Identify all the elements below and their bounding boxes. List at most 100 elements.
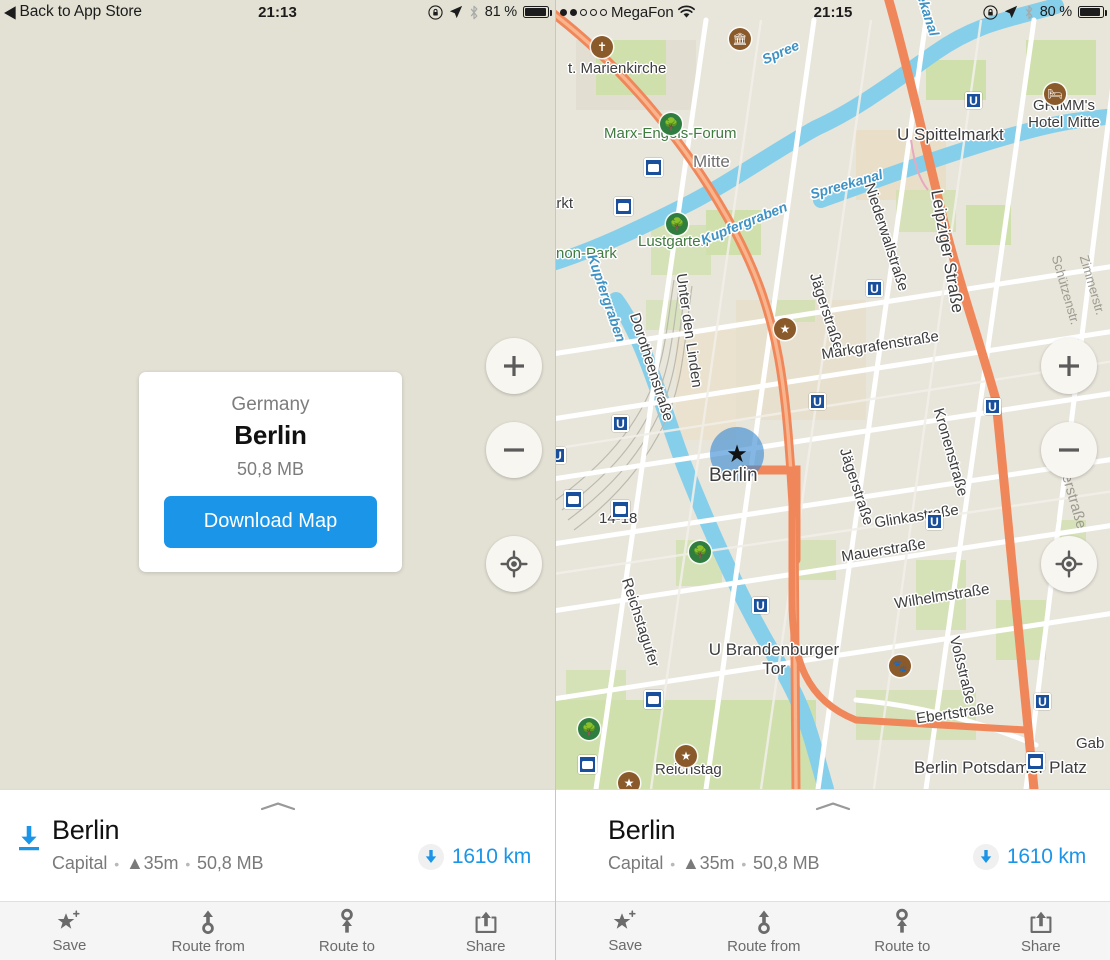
right-screen: t. Marienkirche Marx-Engels-Forum Lustga… (555, 0, 1110, 960)
place-sub-part-2: 50,8 MB (753, 853, 820, 874)
sbahn-icon-potsdamer[interactable] (1026, 752, 1045, 771)
route-to-icon (896, 908, 909, 933)
sbahn-icon-2[interactable] (614, 197, 633, 216)
card-city: Berlin (234, 420, 307, 450)
ubahn-icon-2[interactable]: U (809, 393, 826, 410)
ubahn-icon-3[interactable]: U (984, 398, 1001, 415)
right-place-info: Berlin Capital • ▲35m • 50,8 MB (606, 816, 973, 874)
battery-icon (1078, 6, 1107, 18)
save-button[interactable]: Save (556, 902, 695, 960)
ubahn-icon-5[interactable]: U (612, 415, 629, 432)
save-label: Save (52, 937, 87, 954)
rotation-lock-icon (428, 4, 443, 20)
left-map-area[interactable]: Germany Berlin 50,8 MB Download Map (0, 0, 555, 789)
sheet-grabber[interactable] (813, 799, 853, 811)
route-from-button[interactable]: Route from (695, 902, 834, 960)
park-icon-3[interactable]: 🌳 (689, 541, 711, 563)
ubahn-icon-brandenburger[interactable]: U (752, 597, 769, 614)
right-toolbar: Save Route from Route to Share (556, 901, 1110, 960)
route-to-label: Route to (318, 938, 375, 955)
attraction-star-icon-3[interactable]: ★ (618, 772, 640, 789)
plus-icon (1059, 356, 1079, 376)
place-sub-sep-0: • (114, 856, 120, 873)
sbahn-icon-1[interactable] (644, 158, 663, 177)
route-to-button[interactable]: Route to (278, 902, 417, 960)
locate-icon (500, 550, 528, 578)
chevron-up-icon (815, 802, 851, 811)
status-right-icons: 80 % (983, 4, 1107, 20)
attraction-star-icon-1[interactable]: ★ (774, 318, 796, 340)
right-map-controls (1041, 338, 1097, 592)
share-button[interactable]: Share (972, 902, 1110, 960)
park-icon-4[interactable]: 🌳 (578, 718, 600, 740)
park-icon-2[interactable]: 🌳 (666, 213, 688, 235)
battery-icon (523, 6, 552, 18)
sbahn-icon-3[interactable] (564, 490, 583, 509)
zoom-out-button[interactable] (1041, 422, 1097, 478)
share-icon (475, 911, 497, 933)
left-status-bar: ◀ Back to App Store 21:13 81 % (0, 0, 555, 24)
zoom-out-button[interactable] (486, 422, 542, 478)
card-size: 50,8 MB (236, 459, 305, 479)
location-arrow-icon (449, 5, 462, 19)
left-place-info: Berlin Capital • ▲35m • 50,8 MB (50, 816, 418, 874)
route-from-label: Route from (727, 938, 801, 955)
left-toolbar: Save Route from Route to Share (0, 901, 555, 960)
ubahn-icon-spittelmarkt[interactable]: U (965, 92, 982, 109)
route-to-button[interactable]: Route to (833, 902, 972, 960)
route-to-icon (341, 908, 353, 933)
sbahn-icon-6[interactable] (578, 755, 597, 774)
sbahn-icon-4[interactable] (611, 500, 630, 519)
ubahn-icon-1[interactable]: U (866, 280, 883, 297)
distance-badge[interactable]: 1610 km (972, 816, 1092, 870)
hotel-icon[interactable]: 🛏 (1044, 83, 1066, 105)
berlin-map-canvas: t. Marienkirche Marx-Engels-Forum Lustga… (556, 0, 1110, 789)
screenshot-root: ◀ Back to App Store 21:13 81 % Germany B… (0, 0, 1110, 960)
sheet-download-icon[interactable] (16, 816, 50, 858)
zoom-in-button[interactable] (486, 338, 542, 394)
right-map-area[interactable]: t. Marienkirche Marx-Engels-Forum Lustga… (556, 0, 1110, 789)
route-from-button[interactable]: Route from (139, 902, 278, 960)
ubahn-icon-4[interactable]: U (556, 447, 566, 464)
locate-me-button[interactable] (486, 536, 542, 592)
download-arrow-icon (19, 826, 39, 851)
route-from-icon (757, 910, 770, 935)
zoom-in-button[interactable] (1041, 338, 1097, 394)
museum-icon[interactable]: 🏛 (729, 28, 751, 50)
share-button[interactable]: Share (416, 902, 555, 960)
ubahn-icon-6[interactable]: U (926, 513, 943, 530)
park-icon-1[interactable]: 🌳 (660, 113, 682, 135)
star-plus-icon (613, 910, 636, 929)
card-country: Germany (231, 394, 310, 415)
zoo-icon[interactable]: 🐾 (889, 655, 911, 677)
sheet-grabber[interactable] (258, 799, 298, 811)
left-map-controls (486, 338, 542, 592)
place-sub-part-2: 50,8 MB (197, 853, 264, 874)
attraction-star-icon-2[interactable]: ★ (675, 745, 697, 767)
download-map-card: Germany Berlin 50,8 MB Download Map (139, 372, 402, 572)
route-to-label: Route to (874, 938, 931, 955)
battery-percent: 80 % (1039, 4, 1072, 20)
ubahn-icon-7[interactable]: U (1034, 693, 1051, 710)
distance-text: 1610 km (451, 845, 531, 868)
church-icon[interactable]: ✝ (591, 36, 613, 58)
locate-me-button[interactable] (1041, 536, 1097, 592)
distance-arrow-circle (417, 844, 444, 870)
share-label: Share (465, 937, 506, 955)
download-map-button[interactable]: Download Map (164, 496, 377, 548)
left-screen: ◀ Back to App Store 21:13 81 % Germany B… (0, 0, 555, 960)
berlin-location-marker[interactable]: ★ (710, 427, 764, 481)
distance-badge[interactable]: 1610 km (417, 816, 537, 870)
save-button[interactable]: Save (0, 902, 139, 960)
place-sub-sep-1: • (741, 856, 747, 873)
place-sub-part-0: Capital (52, 853, 108, 874)
sbahn-icon-5[interactable] (644, 690, 663, 709)
down-arrow-icon (425, 850, 437, 863)
place-sub-sep-0: • (670, 856, 676, 873)
distance-text: 1610 km (1006, 845, 1086, 868)
locate-icon (1055, 550, 1083, 578)
route-from-label: Route from (171, 938, 245, 955)
place-subtitle: Capital • ▲35m • 50,8 MB (52, 853, 418, 874)
place-title: Berlin (52, 815, 120, 845)
place-sub-sep-1: • (185, 856, 191, 873)
